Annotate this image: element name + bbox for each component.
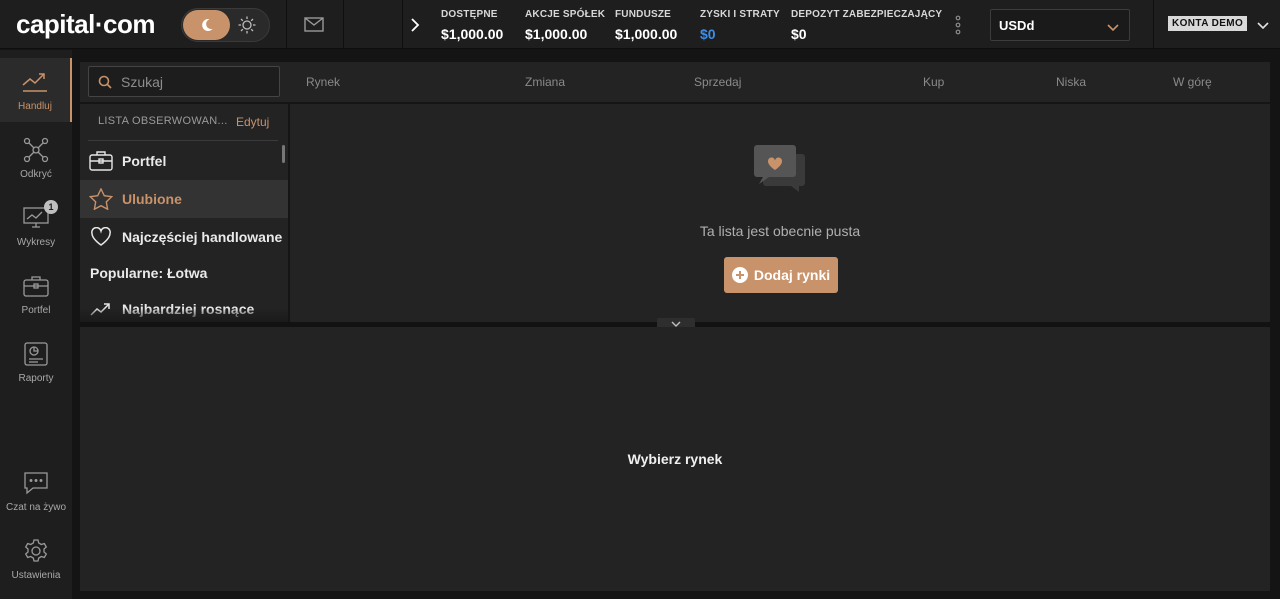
monitor-chart-icon: 1: [22, 200, 58, 232]
stat-label: DEPOZYT ZABEZPIECZAJĄCY: [791, 9, 943, 20]
column-header-sell[interactable]: Sprzedaj: [694, 75, 741, 89]
account-chevron-down-icon[interactable]: [1257, 18, 1269, 36]
market-table-body: Ta lista jest obecnie pusta Dodaj rynki: [290, 104, 1270, 322]
sidebar-item-discover[interactable]: Odkryć: [0, 126, 72, 190]
sidebar-item-label: Odkryć: [20, 169, 52, 180]
top-bar: capital·com DOSTĘPNE $1,000.00 AKCJE SPÓ…: [0, 0, 1280, 49]
sidebar-item-label: Wykresy: [16, 237, 56, 248]
watchlist-edit-link[interactable]: Edytuj: [236, 115, 269, 129]
sidebar-item-charts[interactable]: 1 Wykresy: [0, 194, 72, 258]
app-root: capital·com DOSTĘPNE $1,000.00 AKCJE SPÓ…: [0, 0, 1280, 599]
stat-value: $0: [700, 26, 716, 42]
sidebar-item-portfolio[interactable]: Portfel: [0, 262, 72, 326]
divider: [402, 0, 403, 49]
briefcase-icon: [22, 272, 50, 300]
currency-select-value: USDd: [999, 18, 1035, 33]
search-input[interactable]: Szukaj: [88, 66, 280, 97]
watchlist-item-favorites[interactable]: Ulubione: [80, 180, 288, 218]
stat-available: DOSTĘPNE $1,000.00: [441, 9, 503, 42]
stat-margin: DEPOZYT ZABEZPIECZAJĄCY $0: [791, 9, 942, 42]
logo-text-right: com: [103, 9, 156, 39]
watchlist-item-portfolio[interactable]: Portfel: [80, 142, 288, 180]
logo-text-left: capital: [16, 9, 95, 39]
stat-value: $1,000.00: [615, 26, 678, 42]
sidebar-item-label: Ustawienia: [11, 570, 61, 581]
plus-circle-icon: [731, 267, 748, 283]
divider: [343, 0, 344, 49]
sidebar-item-label: Raporty: [18, 373, 54, 384]
add-markets-label: Dodaj rynki: [753, 267, 831, 283]
stat-label: ZYSKI I STRATY: [700, 9, 780, 20]
stat-value: $0: [791, 26, 807, 42]
sidebar: Handluj Odkryć 1 Wykresy Portfel Raporty…: [0, 50, 72, 599]
stat-value: $1,000.00: [441, 26, 504, 42]
column-header-market[interactable]: Rynek: [306, 75, 340, 89]
divider: [286, 0, 287, 49]
search-placeholder: Szukaj: [121, 74, 164, 90]
empty-favorites-icon: [753, 144, 807, 197]
market-detail-panel: Wybierz rynek: [80, 327, 1270, 591]
select-market-message: Wybierz rynek: [627, 451, 723, 467]
moon-icon: [183, 10, 230, 40]
notification-badge: 1: [44, 200, 58, 214]
demo-account-badge[interactable]: KONTA DEMO: [1168, 16, 1248, 31]
stat-label: AKCJE SPÓŁEK: [525, 9, 606, 20]
column-header-low[interactable]: Niska: [1056, 75, 1086, 89]
chevron-down-icon: [1107, 20, 1119, 38]
watchlist-item-label: Portfel: [122, 153, 167, 169]
sidebar-item-label: Czat na żywo: [5, 502, 67, 513]
sidebar-item-live-chat[interactable]: Czat na żywo: [0, 459, 72, 523]
column-header-high[interactable]: W górę: [1173, 75, 1212, 89]
watchlist-item-popular-latvia[interactable]: Popularne: Łotwa: [80, 254, 288, 292]
mail-icon[interactable]: [303, 14, 325, 39]
column-header-change[interactable]: Zmiana: [525, 75, 565, 89]
watchlist-header: LISTA OBSERWOWAN...: [98, 115, 228, 127]
watchlist-item-most-traded[interactable]: Najczęściej handlowane: [80, 218, 288, 256]
logo-dot: ·: [94, 9, 104, 39]
stat-label: FUNDUSZE: [615, 9, 672, 20]
watchlist-item-label: Popularne: Łotwa: [90, 265, 208, 281]
watchlist-fade: [80, 308, 288, 322]
market-table-header: Rynek Zmiana Sprzedaj Kup Niska W górę: [290, 62, 1270, 102]
sidebar-item-settings[interactable]: Ustawienia: [0, 527, 72, 591]
sidebar-item-trade[interactable]: Handluj: [0, 58, 72, 122]
search-icon: [98, 75, 112, 94]
add-markets-button[interactable]: Dodaj rynki: [724, 257, 838, 293]
stat-funds: FUNDUSZE $1,000.00: [615, 9, 677, 42]
column-header-buy[interactable]: Kup: [923, 75, 944, 89]
watchlist-item-label: Ulubione: [122, 191, 182, 207]
trending-chart-icon: [21, 68, 49, 96]
sidebar-item-label: Portfel: [21, 305, 51, 316]
watchlist-item-label: Najczęściej handlowane: [122, 229, 283, 245]
theme-toggle[interactable]: [181, 8, 270, 42]
sidebar-item-label: Handluj: [18, 101, 52, 112]
briefcase-icon: [80, 150, 122, 172]
sun-icon: [237, 15, 257, 35]
currency-select[interactable]: USDd: [990, 9, 1130, 41]
star-icon: [80, 188, 122, 210]
chat-icon: [22, 469, 50, 497]
divider: [1153, 0, 1154, 49]
watchlist-scrollbar[interactable]: [282, 145, 285, 163]
watchlist-panel: Szukaj LISTA OBSERWOWAN... Edytuj Portfe…: [80, 62, 290, 322]
stat-profit-loss: ZYSKI I STRATY $0: [700, 9, 780, 42]
heart-icon: [80, 227, 122, 247]
stat-value: $1,000.00: [525, 26, 588, 42]
stat-label: DOSTĘPNE: [441, 9, 498, 20]
sidebar-item-reports[interactable]: Raporty: [0, 330, 72, 394]
network-icon: [22, 136, 50, 164]
report-icon: [22, 340, 50, 368]
stat-stocks: AKCJE SPÓŁEK $1,000.00: [525, 9, 605, 42]
expand-stats-chevron-icon[interactable]: [404, 14, 426, 36]
divider: [88, 140, 278, 141]
empty-list-message: Ta lista jest obecnie pusta: [699, 223, 861, 239]
gear-icon: [22, 537, 50, 565]
brand-logo[interactable]: capital·com: [16, 9, 156, 40]
more-options-icon[interactable]: [953, 15, 963, 40]
